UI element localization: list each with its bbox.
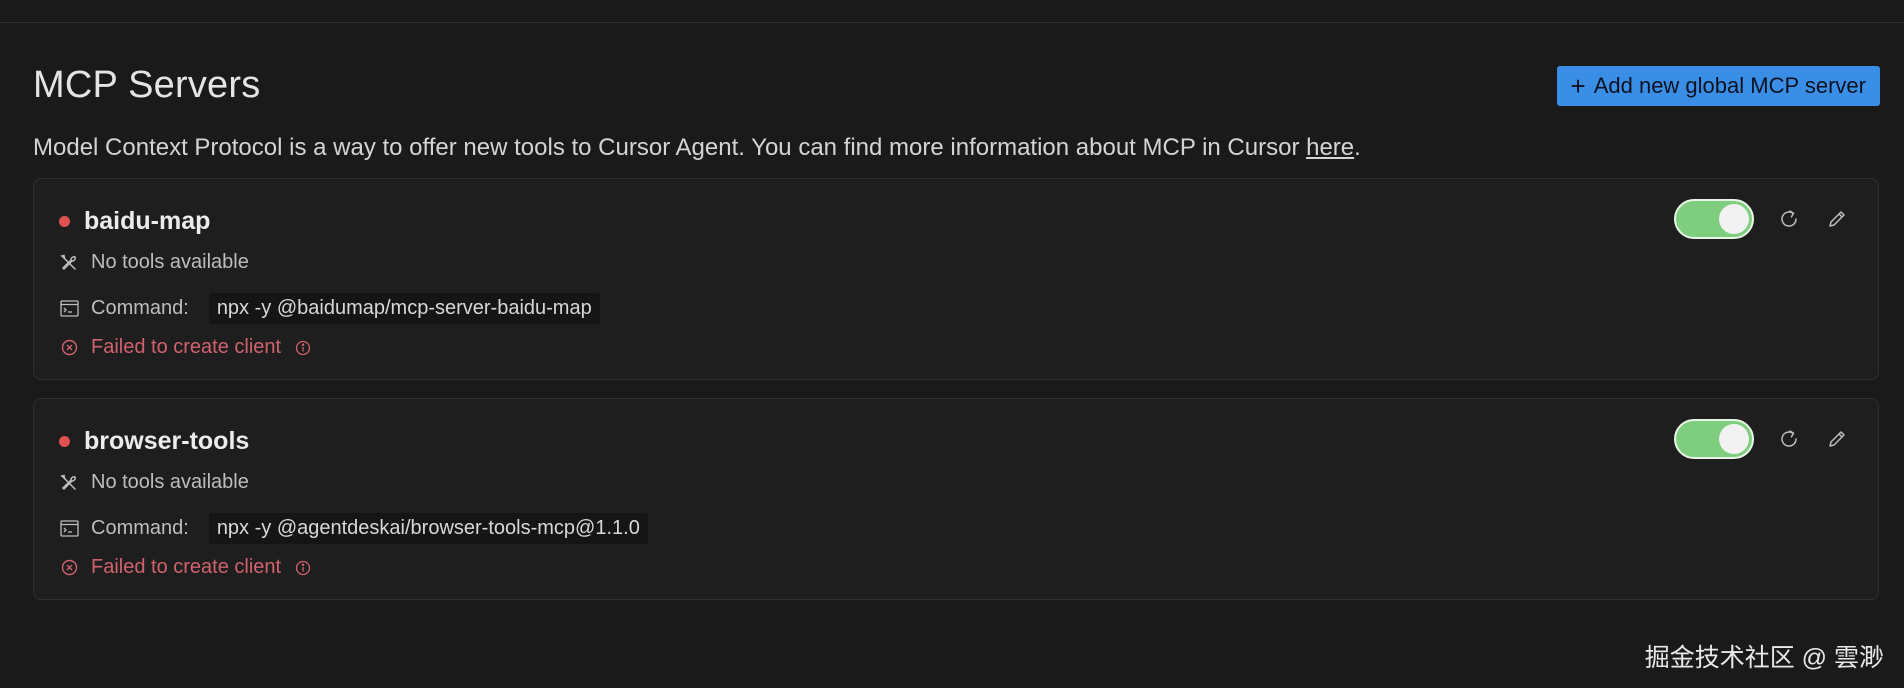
tools-row: No tools available [59, 251, 249, 274]
status-dot [59, 436, 70, 447]
refresh-icon[interactable] [1776, 426, 1802, 452]
server-enabled-toggle[interactable] [1674, 199, 1754, 239]
terminal-icon [59, 519, 79, 539]
pencil-icon[interactable] [1824, 206, 1850, 232]
toggle-knob [1719, 424, 1749, 454]
server-name: baidu-map [84, 207, 211, 235]
command-value: npx -y @agentdeskai/browser-tools-mcp@1.… [208, 513, 648, 544]
server-controls [1674, 419, 1850, 459]
wrench-screwdriver-icon [59, 473, 79, 493]
server-card: browser-tools No tools available Command… [33, 398, 1879, 600]
terminal-icon [59, 299, 79, 319]
command-label: Command: [91, 297, 189, 319]
error-message: Failed to create client [91, 556, 282, 578]
server-name: browser-tools [84, 427, 250, 455]
page-header: MCP Servers + Add new global MCP server [33, 64, 1880, 108]
tools-row: No tools available [59, 471, 249, 494]
refresh-icon[interactable] [1776, 206, 1802, 232]
server-card: baidu-map No tools available Command: np… [33, 178, 1879, 380]
command-row: Command: npx -y @baidumap/mcp-server-bai… [59, 293, 600, 324]
description-text: Model Context Protocol is a way to offer… [33, 134, 1307, 161]
command-row: Command: npx -y @agentdeskai/browser-too… [59, 513, 648, 544]
pencil-icon[interactable] [1824, 426, 1850, 452]
error-row: Failed to create client [59, 556, 313, 579]
mcp-settings-page: MCP Servers + Add new global MCP server … [0, 0, 1904, 688]
server-controls [1674, 199, 1850, 239]
status-dot [59, 216, 70, 227]
tools-status: No tools available [91, 471, 249, 493]
command-value: npx -y @baidumap/mcp-server-baidu-map [208, 293, 600, 324]
plus-icon: + [1570, 71, 1586, 101]
server-name-row: browser-tools [59, 427, 249, 456]
page-title: MCP Servers [33, 64, 261, 106]
error-row: Failed to create client [59, 336, 313, 359]
info-icon[interactable] [293, 558, 313, 578]
add-button-label: Add new global MCP server [1593, 73, 1866, 98]
circle-x-icon [59, 338, 79, 358]
info-icon[interactable] [293, 338, 313, 358]
description-suffix: . [1354, 134, 1361, 161]
wrench-screwdriver-icon [59, 253, 79, 273]
toggle-knob [1719, 204, 1749, 234]
watermark: 掘金技术社区 @ 雲渺 [1644, 644, 1884, 672]
server-name-row: baidu-map [59, 207, 210, 236]
add-global-mcp-server-button[interactable]: + Add new global MCP server [1556, 66, 1880, 106]
circle-x-icon [59, 558, 79, 578]
more-info-link[interactable]: here [1306, 134, 1354, 161]
page-description: Model Context Protocol is a way to offer… [33, 134, 1361, 162]
error-message: Failed to create client [91, 336, 282, 358]
server-enabled-toggle[interactable] [1674, 419, 1754, 459]
tools-status: No tools available [91, 251, 249, 273]
top-divider [0, 22, 1904, 23]
command-label: Command: [91, 517, 189, 539]
